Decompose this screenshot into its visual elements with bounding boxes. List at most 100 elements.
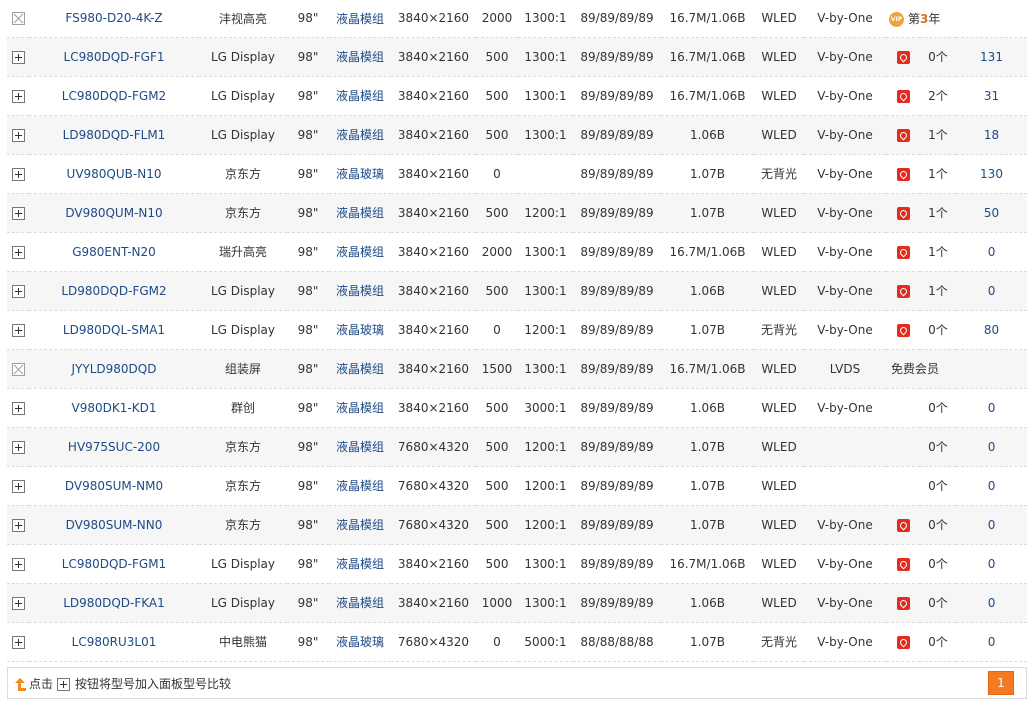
type-cell[interactable]: 液晶模组 <box>329 349 391 389</box>
pdf-cell[interactable] <box>886 232 920 272</box>
model-cell[interactable]: LD980DQD-FLM1 <box>29 115 199 155</box>
pdf-cell[interactable] <box>886 622 920 662</box>
model-link[interactable]: LC980DQD-FGF1 <box>64 50 165 64</box>
view-count-link[interactable]: 0 <box>988 557 996 571</box>
type-link[interactable]: 液晶模组 <box>336 245 384 259</box>
view-count-cell[interactable]: 0 <box>956 388 1028 428</box>
type-cell[interactable]: 液晶模组 <box>329 115 391 155</box>
model-link[interactable]: V980DK1-KD1 <box>72 401 157 415</box>
view-count-cell[interactable]: 31 <box>956 76 1028 116</box>
type-link[interactable]: 液晶玻璃 <box>336 167 384 181</box>
add-compare-button[interactable] <box>11 128 25 142</box>
add-compare-button[interactable] <box>11 167 25 181</box>
model-link[interactable]: DV980SUM-NM0 <box>65 479 163 493</box>
model-link[interactable]: LC980DQD-FGM2 <box>62 89 166 103</box>
pdf-cell[interactable] <box>886 193 920 233</box>
model-link[interactable]: G980ENT-N20 <box>72 245 156 259</box>
add-compare-button[interactable] <box>11 89 25 103</box>
view-count-cell[interactable]: 80 <box>956 310 1028 350</box>
model-cell[interactable]: LD980DQD-FKA1 <box>29 583 199 623</box>
model-link[interactable]: UV980QUB-N10 <box>67 167 162 181</box>
add-compare-button[interactable] <box>11 440 25 454</box>
type-cell[interactable]: 液晶模组 <box>329 193 391 233</box>
pdf-icon[interactable] <box>896 167 910 181</box>
pdf-cell[interactable] <box>886 37 920 77</box>
pdf-cell[interactable] <box>886 544 920 584</box>
pdf-cell[interactable] <box>886 76 920 116</box>
compare-toggle-cell[interactable] <box>7 271 29 311</box>
model-link[interactable]: DV980QUM-N10 <box>65 206 162 220</box>
model-cell[interactable]: LC980DQD-FGF1 <box>29 37 199 77</box>
model-cell[interactable]: DV980QUM-N10 <box>29 193 199 233</box>
view-count-link[interactable]: 0 <box>988 284 996 298</box>
type-link[interactable]: 液晶模组 <box>336 50 384 64</box>
view-count-link[interactable]: 0 <box>988 401 996 415</box>
model-cell[interactable]: JYYLD980DQD <box>29 349 199 389</box>
pdf-icon[interactable] <box>896 245 910 259</box>
view-count-cell[interactable]: 130 <box>956 154 1028 194</box>
view-count-cell[interactable]: 0 <box>956 427 1028 467</box>
compare-toggle-cell[interactable] <box>7 622 29 662</box>
page-button-1[interactable]: 1 <box>988 671 1014 695</box>
model-link[interactable]: LD980DQD-FGM2 <box>61 284 166 298</box>
compare-toggle-cell[interactable] <box>7 154 29 194</box>
model-link[interactable]: LD980DQD-FLM1 <box>63 128 166 142</box>
type-cell[interactable]: 液晶模组 <box>329 271 391 311</box>
model-link[interactable]: LD980DQL-SMA1 <box>63 323 165 337</box>
view-count-cell[interactable]: 0 <box>956 232 1028 272</box>
type-link[interactable]: 液晶模组 <box>336 596 384 610</box>
model-cell[interactable]: G980ENT-N20 <box>29 232 199 272</box>
add-compare-button[interactable] <box>11 323 25 337</box>
pdf-cell[interactable] <box>886 583 920 623</box>
model-link[interactable]: HV975SUC-200 <box>68 440 160 454</box>
view-count-link[interactable]: 130 <box>980 167 1003 181</box>
type-cell[interactable]: 液晶模组 <box>329 583 391 623</box>
pdf-icon[interactable] <box>896 89 910 103</box>
type-cell[interactable]: 液晶模组 <box>329 37 391 77</box>
type-link[interactable]: 液晶模组 <box>336 479 384 493</box>
type-link[interactable]: 液晶玻璃 <box>336 635 384 649</box>
view-count-link[interactable]: 50 <box>984 206 999 220</box>
view-count-cell[interactable]: 131 <box>956 37 1028 77</box>
model-cell[interactable]: LD980DQD-FGM2 <box>29 271 199 311</box>
type-cell[interactable]: 液晶模组 <box>329 505 391 545</box>
view-count-link[interactable]: 80 <box>984 323 999 337</box>
type-link[interactable]: 液晶玻璃 <box>336 323 384 337</box>
type-link[interactable]: 液晶模组 <box>336 440 384 454</box>
view-count-link[interactable]: 0 <box>988 245 996 259</box>
pdf-icon[interactable] <box>896 557 910 571</box>
add-compare-button[interactable] <box>11 518 25 532</box>
compare-toggle-cell[interactable] <box>7 37 29 77</box>
type-cell[interactable]: 液晶模组 <box>329 388 391 428</box>
model-cell[interactable]: DV980SUM-NN0 <box>29 505 199 545</box>
view-count-link[interactable]: 0 <box>988 635 996 649</box>
compare-toggle-cell[interactable] <box>7 76 29 116</box>
pdf-icon[interactable] <box>896 635 910 649</box>
type-link[interactable]: 液晶模组 <box>336 12 384 26</box>
add-compare-button[interactable] <box>11 284 25 298</box>
add-compare-button[interactable] <box>11 206 25 220</box>
model-link[interactable]: FS980-D20-4K-Z <box>65 11 162 25</box>
compare-toggle-cell[interactable] <box>7 115 29 155</box>
view-count-cell[interactable]: 18 <box>956 115 1028 155</box>
view-count-cell[interactable]: 0 <box>956 583 1028 623</box>
view-count-cell[interactable]: 0 <box>956 622 1028 662</box>
model-cell[interactable]: LD980DQL-SMA1 <box>29 310 199 350</box>
pdf-cell[interactable] <box>886 115 920 155</box>
type-link[interactable]: 液晶模组 <box>336 557 384 571</box>
compare-toggle-cell[interactable] <box>7 583 29 623</box>
model-link[interactable]: DV980SUM-NN0 <box>66 518 163 532</box>
add-compare-button[interactable] <box>11 635 25 649</box>
view-count-link[interactable]: 31 <box>984 89 999 103</box>
compare-toggle-cell[interactable] <box>7 544 29 584</box>
compare-toggle-cell[interactable] <box>7 505 29 545</box>
add-compare-button[interactable] <box>11 479 25 493</box>
model-cell[interactable]: V980DK1-KD1 <box>29 388 199 428</box>
model-cell[interactable]: LC980RU3L01 <box>29 622 199 662</box>
compare-toggle-cell[interactable] <box>7 193 29 233</box>
add-compare-button[interactable] <box>11 245 25 259</box>
type-cell[interactable]: 液晶模组 <box>329 427 391 467</box>
add-compare-button[interactable] <box>11 401 25 415</box>
view-count-link[interactable]: 0 <box>988 479 996 493</box>
type-cell[interactable]: 液晶玻璃 <box>329 310 391 350</box>
